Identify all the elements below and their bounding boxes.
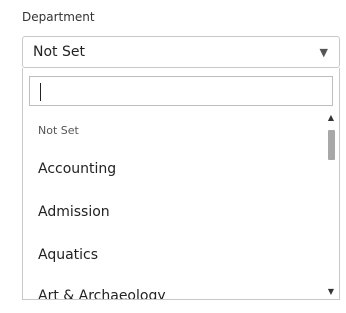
option-not-set[interactable]: Not Set <box>38 124 79 137</box>
option-aquatics[interactable]: Aquatics <box>38 247 98 263</box>
department-dropdown: Not Set Accounting Admission Aquatics Ar… <box>22 68 340 300</box>
option-accounting[interactable]: Accounting <box>38 161 116 177</box>
department-select[interactable]: Not Set ▼ <box>22 36 340 68</box>
scroll-thumb[interactable] <box>328 130 335 160</box>
selected-value: Not Set <box>33 44 85 60</box>
text-cursor <box>40 83 41 101</box>
scroll-down-icon[interactable]: ▼ <box>323 287 339 296</box>
dropdown-search-input[interactable] <box>30 77 332 105</box>
options-scrollbar[interactable]: ▲ ▼ <box>323 110 339 299</box>
department-label: Department <box>22 10 95 24</box>
scroll-up-icon[interactable]: ▲ <box>323 113 339 122</box>
department-select-widget: Department Not Set ▼ Not Set Accounting … <box>0 0 346 313</box>
option-admission[interactable]: Admission <box>38 204 110 220</box>
chevron-down-icon: ▼ <box>319 46 328 59</box>
dropdown-search-box[interactable] <box>29 76 333 106</box>
option-art-archaeology[interactable]: Art & Archaeology <box>38 288 166 299</box>
options-list: Not Set Accounting Admission Aquatics Ar… <box>23 116 319 299</box>
